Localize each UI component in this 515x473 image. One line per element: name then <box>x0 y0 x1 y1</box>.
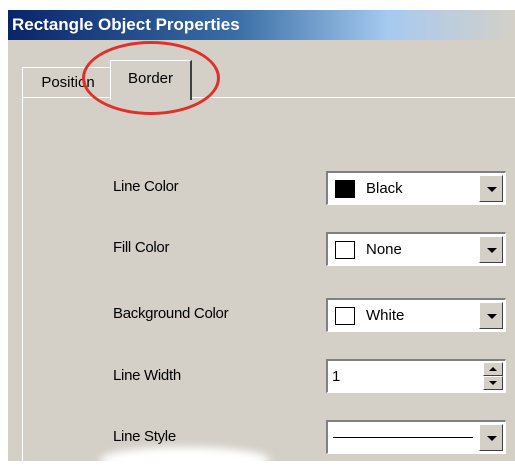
line-width-value: 1 <box>332 368 341 385</box>
line-style-label: Line Style <box>113 428 176 445</box>
background-color-value: White <box>366 307 405 324</box>
fill-color-value: None <box>366 241 402 258</box>
fill-color-label: Fill Color <box>113 239 170 256</box>
window-title: Rectangle Object Properties <box>8 10 515 40</box>
line-width-label: Line Width <box>113 367 181 384</box>
line-style-dropdown[interactable] <box>326 420 506 454</box>
background-color-label: Background Color <box>113 305 229 322</box>
spin-up-icon[interactable] <box>483 362 503 376</box>
solid-line-icon <box>333 437 473 438</box>
chevron-down-icon[interactable] <box>479 302 503 329</box>
chevron-down-icon[interactable] <box>479 236 503 263</box>
background-color-dropdown[interactable]: White <box>326 298 506 332</box>
line-color-label: Line Color <box>113 178 179 195</box>
chevron-down-icon[interactable] <box>479 175 503 202</box>
highlight-circle <box>82 41 220 115</box>
chevron-down-icon[interactable] <box>479 424 503 451</box>
line-color-dropdown[interactable]: Black <box>326 171 506 205</box>
line-color-swatch <box>335 180 355 198</box>
bottom-smudge <box>100 447 270 473</box>
spin-down-icon[interactable] <box>483 376 503 390</box>
tab-panel-border <box>22 97 515 461</box>
fill-color-swatch <box>335 241 355 259</box>
line-color-value: Black <box>366 180 403 197</box>
line-width-spinner[interactable]: 1 <box>326 359 506 393</box>
background-color-swatch <box>335 307 355 325</box>
fill-color-dropdown[interactable]: None <box>326 232 506 266</box>
